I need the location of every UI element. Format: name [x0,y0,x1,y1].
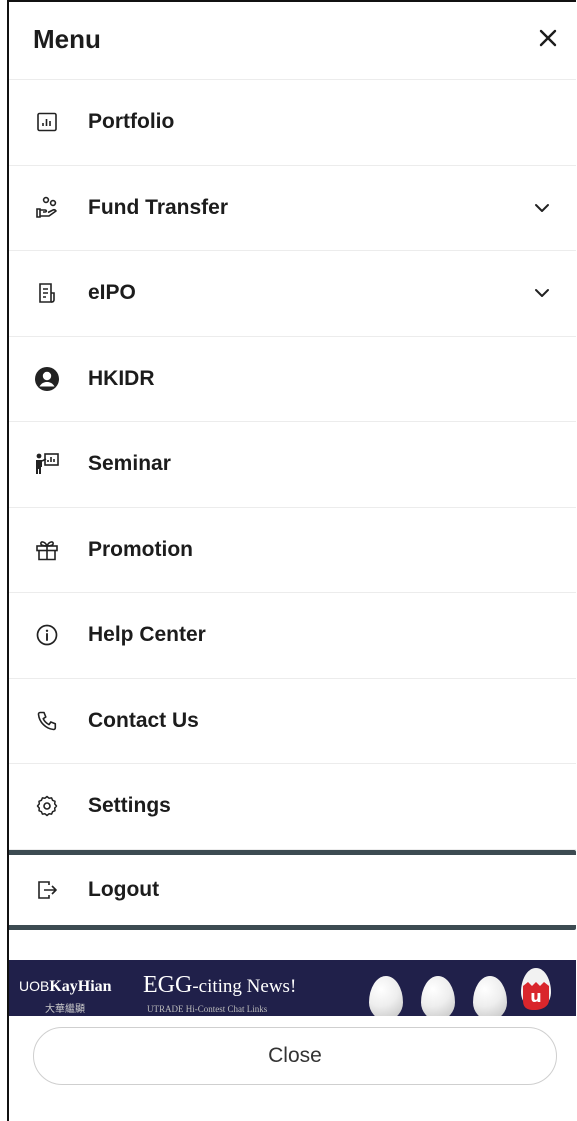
egg-image [473,976,507,1016]
menu-item-label: Promotion [88,537,193,561]
hand-coins-icon [33,194,61,222]
brand-cn-text: 大華繼顯 [45,1004,85,1015]
chevron-down-icon[interactable] [530,196,554,220]
mascot-icon: u [521,968,551,1010]
menu-item-fund-transfer[interactable]: Fund Transfer [9,166,576,251]
info-icon [33,621,61,649]
menu-item-hkidr[interactable]: HKIDR [9,337,576,422]
phone-icon [33,707,61,735]
menu-item-label: eIPO [88,281,136,305]
gear-icon [33,792,61,820]
menu-item-portfolio[interactable]: Portfolio [9,80,576,166]
menu-item-label: Logout [88,877,160,901]
menu-title: Menu [33,24,101,54]
menu-item-label: Contact Us [88,708,199,732]
logout-icon [33,876,61,904]
menu-item-label: Fund Transfer [88,195,229,219]
promo-banner[interactable]: UOBKayHian 大華繼顯 EGG-citing News! UTRADE … [9,960,576,1016]
menu-item-help-center[interactable]: Help Center [9,593,576,679]
svg-text:u: u [530,987,541,1006]
menu-item-label: HKIDR [88,366,155,390]
chart-icon [33,108,61,136]
menu-panel: Menu Portfolio Fund Transfer eIPO HKIDR … [7,0,576,1121]
user-circle-icon [33,365,61,393]
chevron-down-icon[interactable] [530,281,554,305]
close-button[interactable]: Close [33,1027,557,1085]
menu-item-promotion[interactable]: Promotion [9,508,576,593]
menu-item-label: Help Center [88,623,206,647]
menu-item-eipo[interactable]: eIPO [9,251,576,337]
menu-item-contact-us[interactable]: Contact Us [9,679,576,764]
menu-header: Menu [9,2,576,80]
menu-item-settings[interactable]: Settings [9,764,576,850]
menu-item-logout[interactable]: Logout [9,849,576,930]
brand-logo: UOBKayHian [19,978,112,995]
document-icon [33,279,61,307]
egg-image [369,976,403,1016]
menu-item-label: Settings [88,794,171,818]
close-icon[interactable] [534,24,562,52]
gift-icon [33,536,61,564]
banner-headline: EGG-citing News! [143,972,297,998]
presenter-icon [33,450,61,478]
menu-list: Portfolio Fund Transfer eIPO HKIDR Semin… [9,80,576,930]
menu-item-label: Seminar [88,452,171,476]
menu-item-seminar[interactable]: Seminar [9,422,576,508]
banner-subtext: UTRADE Hi-Contest Chat Links [147,1004,268,1014]
egg-image [421,976,455,1016]
menu-item-label: Portfolio [88,110,175,134]
